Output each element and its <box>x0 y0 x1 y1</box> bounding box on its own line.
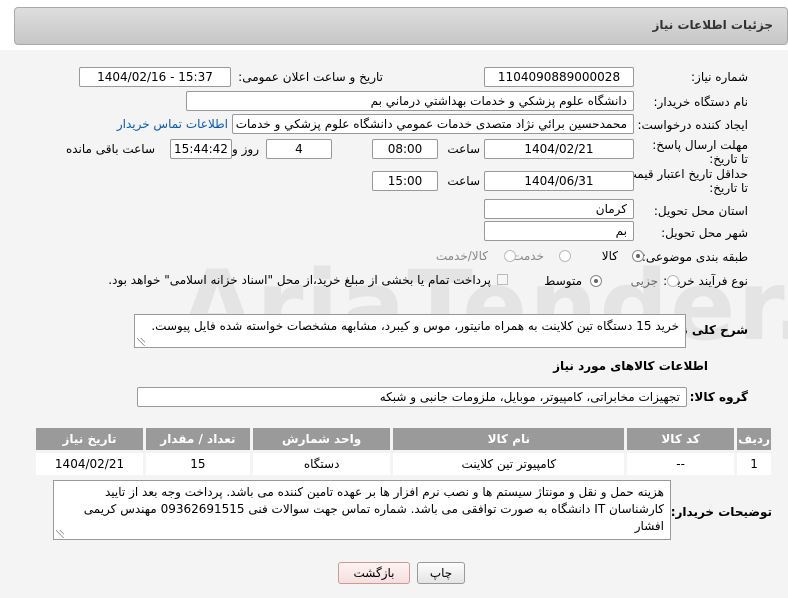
response-deadline-time: 08:00 <box>372 139 438 159</box>
cell-quantity: 15 <box>143 450 253 478</box>
treasury-payment-checkbox[interactable] <box>497 274 508 285</box>
resize-handle-icon[interactable] <box>56 530 64 538</box>
description-textarea: خرید 15 دستگاه تین کلاینت به همراه مانیت… <box>134 314 686 348</box>
process-radio-medium[interactable] <box>590 275 602 287</box>
table-row: 1 -- کامپیوتر تین کلاینت دستگاه 15 1404/… <box>32 450 774 478</box>
col-code: کد کالا <box>624 425 738 453</box>
cell-row: 1 <box>734 450 774 478</box>
cell-name: کامپیوتر تین کلاینت <box>390 450 628 478</box>
process-option-medium: متوسط <box>544 274 582 288</box>
buyer-org-field: دانشگاه علوم پزشکي و خدمات بهداشتي درمان… <box>186 91 634 111</box>
cell-unit: دستگاه <box>249 450 394 478</box>
category-radio-goods-service[interactable] <box>504 250 516 262</box>
col-unit: واحد شمارش <box>249 425 394 453</box>
category-option-goods-service: کالا/خدمت <box>435 249 488 263</box>
days-label: روز و <box>232 142 259 156</box>
need-number-label: شماره نیاز: <box>691 70 748 84</box>
buyer-notes-label: توضیحات خریدار: <box>670 505 772 519</box>
goods-group-field: تجهیزات مخابراتی، کامپیوتر، موبایل، ملزو… <box>137 387 687 407</box>
requester-label: ایجاد کننده درخواست: <box>637 118 748 132</box>
goods-group-label: گروه کالا: <box>689 390 748 404</box>
province-label: استان محل تحویل: <box>653 204 748 218</box>
need-number-field: 1104090889000028 <box>484 67 634 87</box>
col-row: ردیف <box>734 425 774 453</box>
category-radio-goods[interactable] <box>632 250 644 262</box>
category-radio-service[interactable] <box>559 250 571 262</box>
price-validity-label: حداقل تاریخ اعتبار قیمت: تا تاریخ: <box>621 167 748 195</box>
requester-field: محمدحسين برائي نژاد متصدی خدمات عمومي دا… <box>232 114 634 134</box>
col-need-date: تاریخ نیاز <box>32 425 147 453</box>
city-label: شهر محل تحویل: <box>661 226 748 240</box>
buyer-notes-text: هزینه حمل و نقل و مونتاژ سیستم ها و نصب … <box>83 485 664 533</box>
items-table: ردیف کد کالا نام کالا واحد شمارش تعداد /… <box>32 425 774 478</box>
description-text: خرید 15 دستگاه تین کلاینت به همراه مانیت… <box>151 319 679 333</box>
cell-code: -- <box>624 450 738 478</box>
buyer-notes-textarea: هزینه حمل و نقل و مونتاژ سیستم ها و نصب … <box>53 480 671 540</box>
category-option-service: خدمت <box>512 249 544 263</box>
announce-datetime-label: تاریخ و ساعت اعلان عمومی: <box>238 70 383 84</box>
treasury-payment-note: پرداخت تمام یا بخشی از مبلغ خرید،از محل … <box>108 273 491 287</box>
goods-section-title: اطلاعات کالاهای مورد نیاز <box>553 359 708 373</box>
col-quantity: تعداد / مقدار <box>143 425 253 453</box>
col-name: نام کالا <box>390 425 628 453</box>
category-option-goods: کالا <box>601 249 618 263</box>
buyer-org-label: نام دستگاه خریدار: <box>653 95 749 109</box>
price-validity-time: 15:00 <box>372 171 438 191</box>
response-deadline-label: مهلت ارسال پاسخ: تا تاریخ: <box>652 138 748 166</box>
buyer-contact-link[interactable]: اطلاعات تماس خریدار <box>117 117 228 131</box>
announce-datetime-field: 1404/02/16 - 15:37 <box>79 67 231 87</box>
price-validity-date: 1404/06/31 <box>484 171 634 191</box>
cell-need-date: 1404/02/21 <box>32 450 147 478</box>
remaining-time-field: 15:44:42 <box>170 139 232 159</box>
category-label: طبقه بندی موضوعی: <box>641 250 748 264</box>
remaining-days-field: 4 <box>266 139 332 159</box>
table-header-row: ردیف کد کالا نام کالا واحد شمارش تعداد /… <box>32 425 774 453</box>
header-panel: جزئیات اطلاعات نیاز <box>14 7 788 45</box>
response-deadline-date: 1404/02/21 <box>484 139 634 159</box>
back-button[interactable]: بازگشت <box>338 562 410 584</box>
print-button[interactable]: چاپ <box>417 562 465 584</box>
process-radio-minor[interactable] <box>667 275 679 287</box>
city-field: بم <box>484 221 634 241</box>
resize-handle-icon[interactable] <box>137 338 145 346</box>
response-time-label: ساعت <box>447 142 480 156</box>
remaining-time-label: ساعت باقی مانده <box>65 142 155 156</box>
price-validity-time-label: ساعت <box>447 174 480 188</box>
province-field: کرمان <box>484 199 634 219</box>
process-option-minor: جزیی <box>630 274 658 288</box>
page-title: جزئیات اطلاعات نیاز <box>652 18 773 32</box>
